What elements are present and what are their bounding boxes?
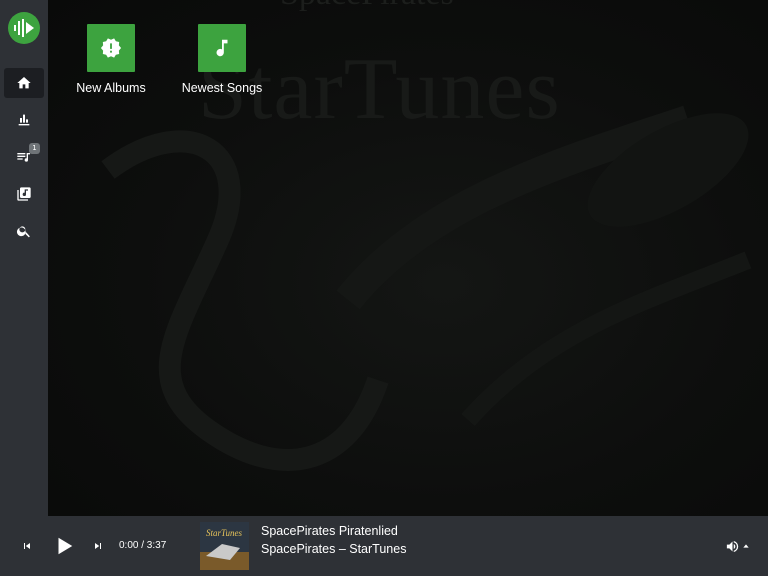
music-note-icon: [216, 39, 228, 57]
album-cover-art: StarTunes: [200, 522, 249, 570]
new-badge-icon: [100, 38, 122, 58]
library-icon: [17, 187, 31, 201]
nav-library[interactable]: [4, 179, 44, 209]
background-subtitle: SpacePirates: [280, 0, 454, 12]
album-cover-title: StarTunes: [206, 528, 243, 538]
play-icon: [58, 537, 73, 555]
next-button[interactable]: [89, 537, 107, 555]
nav-stats[interactable]: [4, 105, 44, 135]
app-logo[interactable]: [8, 12, 40, 44]
new-albums-tile-icon[interactable]: [87, 24, 135, 72]
tile-label-new-albums[interactable]: New Albums: [51, 81, 171, 95]
home-icon: [17, 77, 31, 89]
previous-button[interactable]: [18, 537, 36, 555]
skip-previous-icon: [24, 543, 30, 549]
waveform-play-icon: [14, 19, 34, 37]
sidebar: 1: [0, 0, 48, 516]
tile-label-newest-songs[interactable]: Newest Songs: [162, 81, 282, 95]
nav-queue[interactable]: 1: [4, 142, 44, 172]
volume-icon: [726, 540, 738, 552]
tile-newest-songs[interactable]: Newest Songs: [162, 24, 282, 95]
tile-new-albums[interactable]: New Albums: [51, 24, 171, 95]
queue-count-badge: 1: [29, 143, 40, 154]
volume-button[interactable]: [722, 536, 752, 556]
playback-time: 0:00 / 3:37: [119, 540, 167, 551]
track-title[interactable]: SpacePirates Piratenlied: [261, 524, 398, 538]
stats-icon: [18, 114, 30, 126]
newest-songs-tile-icon[interactable]: [198, 24, 246, 72]
nav-search[interactable]: [4, 216, 44, 246]
main-content: SpacePirates StarTunes New Albums Newest…: [48, 0, 768, 516]
player-bar: 0:00 / 3:37 StarTunes SpacePirates Pirat…: [0, 516, 768, 576]
track-artist-album[interactable]: SpacePirates – StarTunes: [261, 542, 406, 556]
search-icon: [16, 226, 30, 238]
nav-home[interactable]: [4, 68, 44, 98]
skip-next-icon: [95, 543, 101, 549]
album-cover[interactable]: StarTunes: [200, 522, 249, 570]
caret-up-icon: [742, 544, 749, 548]
play-button[interactable]: [52, 534, 76, 558]
